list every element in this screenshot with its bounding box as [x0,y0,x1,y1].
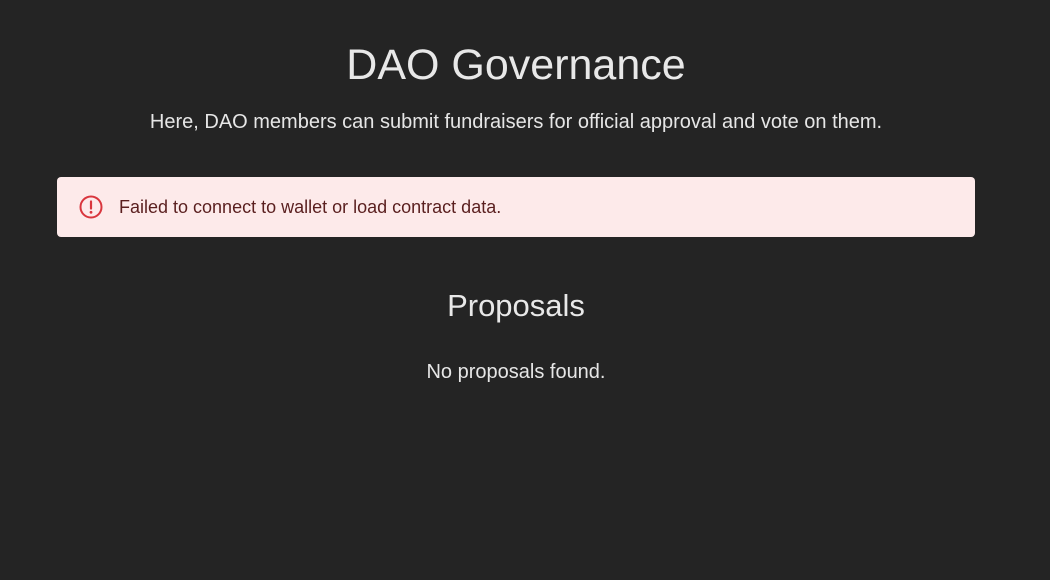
page: DAO Governance Here, DAO members can sub… [0,0,1050,580]
exclamation-circle-icon [78,194,104,220]
proposals-empty-message: No proposals found. [426,361,606,383]
page-title: DAO Governance [346,41,686,89]
error-alert-message: Failed to connect to wallet or load cont… [119,197,502,217]
page-subtitle: Here, DAO members can submit fundraisers… [149,111,883,133]
proposals-heading: Proposals [447,288,585,323]
error-alert: Failed to connect to wallet or load cont… [57,177,975,237]
